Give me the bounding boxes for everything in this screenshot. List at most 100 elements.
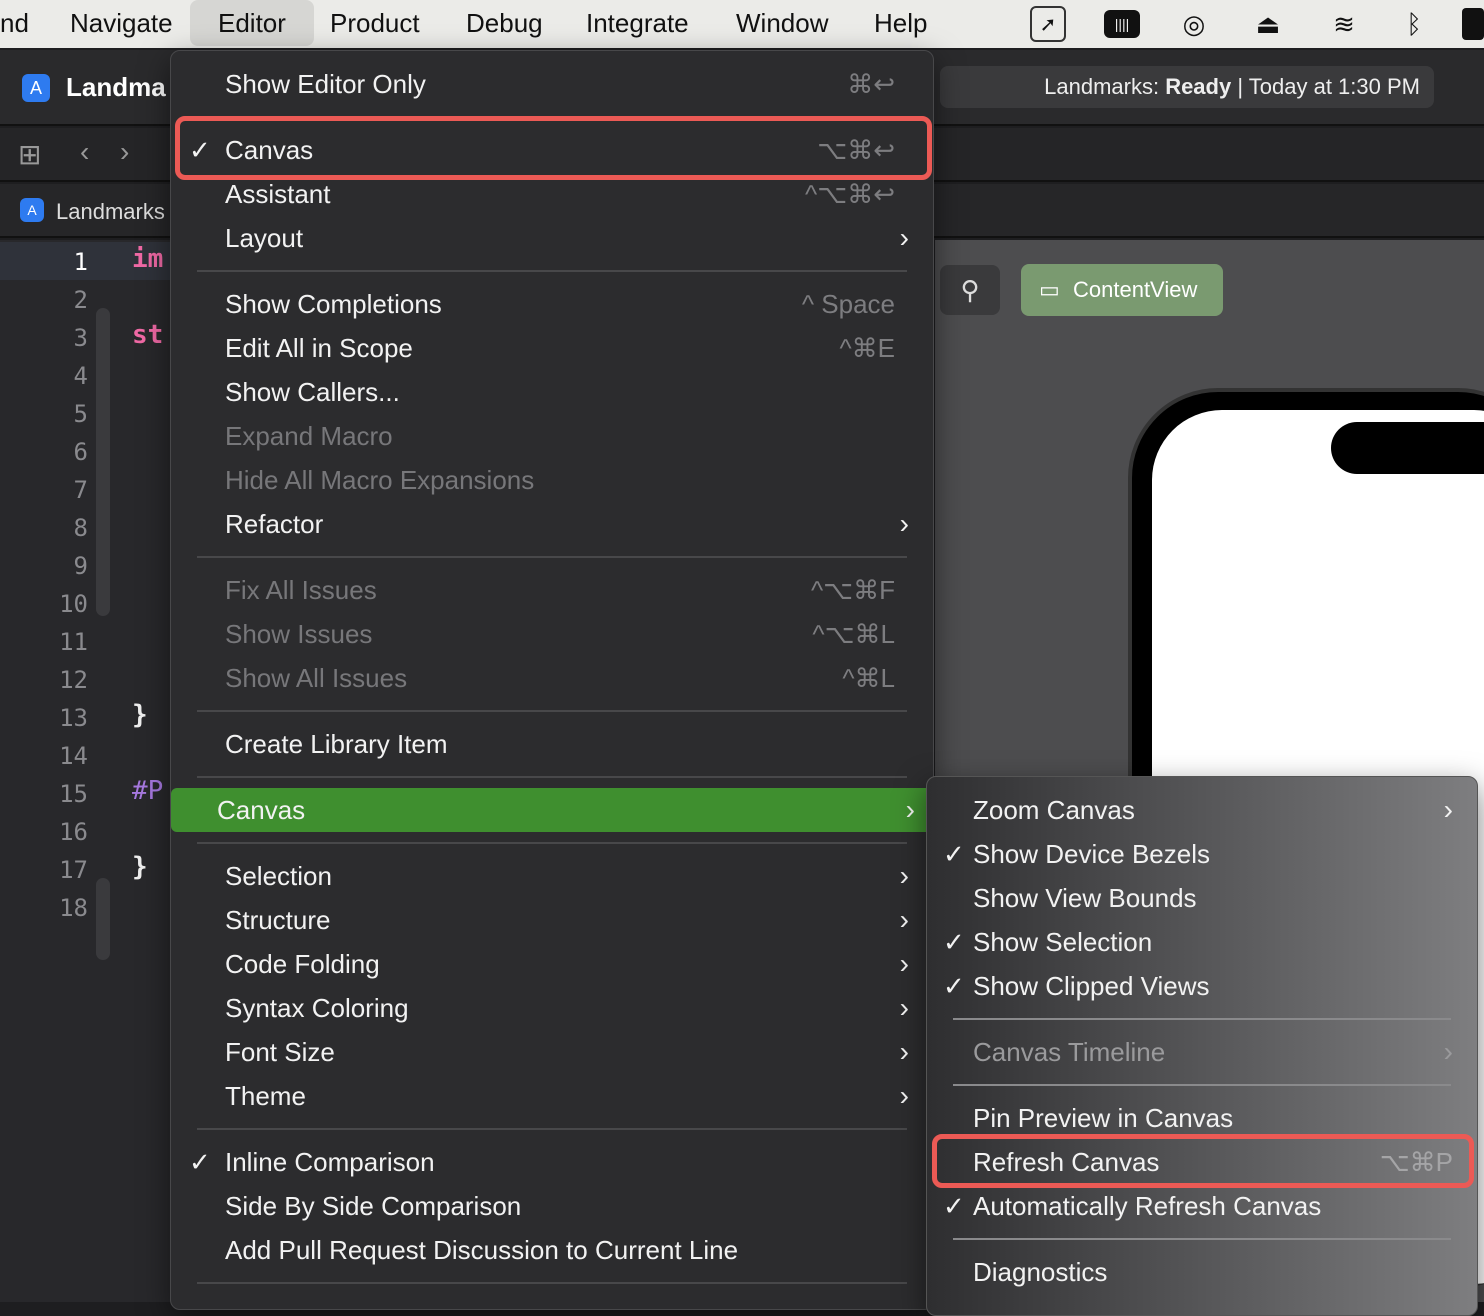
fold-ribbon[interactable] xyxy=(96,308,110,616)
label: Font Size xyxy=(225,1037,335,1067)
submenu-item-zoom-canvas[interactable]: Zoom Canvas › xyxy=(935,788,1469,832)
chevron-right-icon: › xyxy=(899,904,909,935)
pin-icon[interactable]: ⚲ xyxy=(940,265,1000,315)
back-icon[interactable]: ‹ xyxy=(80,136,89,168)
label: Edit All in Scope xyxy=(225,333,413,363)
grid-icon[interactable]: ⊞ xyxy=(18,138,41,171)
menu-find[interactable]: nd xyxy=(0,0,43,46)
line-number: 7 xyxy=(73,476,88,504)
menu-item-show-callers[interactable]: Show Callers... xyxy=(179,370,925,414)
line-number: 15 xyxy=(59,780,88,808)
label: Theme xyxy=(225,1081,306,1111)
checkmark-icon: ✓ xyxy=(943,1191,965,1221)
menu-item-show-completions[interactable]: Show Completions ^ Space xyxy=(179,282,925,326)
code-line-1: im xyxy=(132,244,164,274)
chevron-right-icon: › xyxy=(1443,1036,1453,1067)
control-center-icon[interactable] xyxy=(1462,8,1484,40)
shortcut: ^⌘L xyxy=(842,663,895,693)
label: Structure xyxy=(225,905,331,935)
label: Show Selection xyxy=(973,927,1153,957)
label: Code Folding xyxy=(225,949,380,979)
forward-icon[interactable]: › xyxy=(120,136,129,168)
menu-item-code-folding[interactable]: Code Folding › xyxy=(179,942,925,986)
code-line-17: } xyxy=(132,852,148,882)
bluetooth-icon[interactable]: ᛒ xyxy=(1396,8,1432,40)
line-number: 2 xyxy=(73,286,88,314)
fold-ribbon[interactable] xyxy=(96,878,110,960)
label: Syntax Coloring xyxy=(225,993,409,1023)
label: Canvas Timeline xyxy=(973,1037,1166,1067)
menu-help[interactable]: Help xyxy=(860,0,941,46)
shortcut: ^⌘E xyxy=(839,333,895,363)
menu-debug[interactable]: Debug xyxy=(452,0,557,46)
eject-icon[interactable]: ⏏ xyxy=(1250,8,1286,40)
code-editor[interactable]: 1 2 3 4 5 6 7 8 9 10 11 12 13 14 15 16 17 18 im st } #P } xyxy=(0,240,170,1302)
menu-item-structure[interactable]: Structure › xyxy=(179,898,925,942)
submenu-item-show-device-bezels[interactable]: ✓ Show Device Bezels xyxy=(935,832,1469,876)
status-time: | Today at 1:30 PM xyxy=(1231,74,1420,99)
annotation-highlight-canvas xyxy=(175,116,932,180)
menu-item-font-size[interactable]: Font Size › xyxy=(179,1030,925,1074)
line-number: 18 xyxy=(59,894,88,922)
submenu-item-diagnostics[interactable]: Diagnostics xyxy=(935,1250,1469,1294)
label: Refactor xyxy=(225,509,324,539)
line-number: 12 xyxy=(59,666,88,694)
separator xyxy=(171,260,933,282)
submenu-item-auto-refresh[interactable]: ✓ Automatically Refresh Canvas xyxy=(935,1184,1469,1228)
line-number: 10 xyxy=(59,590,88,618)
code-line-3: st xyxy=(132,320,164,350)
menu-item-selection[interactable]: Selection › xyxy=(179,854,925,898)
contentview-preview-button[interactable]: ▭ ContentView xyxy=(1021,264,1223,316)
label: Show Issues xyxy=(225,619,373,649)
menu-item-create-library-item[interactable]: Create Library Item xyxy=(179,722,925,766)
label: Fix All Issues xyxy=(225,575,377,605)
menu-item-syntax-coloring[interactable]: Syntax Coloring › xyxy=(179,986,925,1030)
tab-landmarks[interactable]: Landmarks xyxy=(56,199,165,225)
code-line-13: } xyxy=(132,700,148,730)
menu-item-theme[interactable]: Theme › xyxy=(179,1074,925,1118)
chevron-right-icon: › xyxy=(899,992,909,1023)
menu-bar: nd Navigate Editor Product Debug Integra… xyxy=(0,0,1484,48)
checkmark-icon: ✓ xyxy=(943,839,965,869)
menu-item-canvas-submenu[interactable]: Canvas › xyxy=(171,788,933,832)
chevron-right-icon: › xyxy=(1443,794,1453,825)
battery-keyboard-icon[interactable]: |||| xyxy=(1104,10,1140,38)
menu-item-add-pr-discussion[interactable]: Add Pull Request Discussion to Current L… xyxy=(179,1228,925,1272)
menu-item-layout[interactable]: Layout › xyxy=(179,216,925,260)
label: Show View Bounds xyxy=(973,883,1197,913)
submenu-item-show-clipped-views[interactable]: ✓ Show Clipped Views xyxy=(935,964,1469,1008)
separator xyxy=(171,766,933,788)
separator xyxy=(927,1008,1477,1030)
menu-editor[interactable]: Editor xyxy=(190,0,314,46)
preview-icon: ▭ xyxy=(1039,277,1060,302)
menu-item-refactor[interactable]: Refactor › xyxy=(179,502,925,546)
submenu-item-show-view-bounds[interactable]: Show View Bounds xyxy=(935,876,1469,920)
line-number: 6 xyxy=(73,438,88,466)
menu-item-inline-comparison[interactable]: ✓ Inline Comparison xyxy=(179,1140,925,1184)
menu-product[interactable]: Product xyxy=(316,0,434,46)
label: Side By Side Comparison xyxy=(225,1191,522,1221)
menu-window[interactable]: Window xyxy=(722,0,842,46)
menu-item-edit-all-in-scope[interactable]: Edit All in Scope ^⌘E xyxy=(179,326,925,370)
menu-item-show-all-issues: Show All Issues ^⌘L xyxy=(179,656,925,700)
menu-navigate[interactable]: Navigate xyxy=(56,0,187,46)
submenu-item-show-selection[interactable]: ✓ Show Selection xyxy=(935,920,1469,964)
shortcut: ^ Space xyxy=(801,289,895,319)
chevron-right-icon: › xyxy=(905,794,915,825)
line-number: 11 xyxy=(59,628,88,656)
menu-item-show-editor-only[interactable]: Show Editor Only ⌘↩ xyxy=(179,62,925,106)
label: Create Library Item xyxy=(225,729,448,759)
line-number: 4 xyxy=(73,362,88,390)
label: Show Clipped Views xyxy=(973,971,1210,1001)
line-number: 1 xyxy=(73,248,88,276)
annotation-highlight-refresh xyxy=(932,1134,1474,1188)
line-number: 3 xyxy=(73,324,88,352)
menu-integrate[interactable]: Integrate xyxy=(572,0,703,46)
airdrop-icon[interactable]: ◎ xyxy=(1176,8,1212,40)
menu-item-side-by-side[interactable]: Side By Side Comparison xyxy=(179,1184,925,1228)
wifi-icon[interactable]: ≋ xyxy=(1326,8,1362,40)
editor-menu: Show Editor Only ⌘↩ ✓ Canvas ⌥⌘↩ Assistant ^… xyxy=(170,50,934,1310)
canvas-submenu: Zoom Canvas › ✓ Show Device Bezels Show Vi… xyxy=(926,776,1478,1316)
menu-item-expand-macro: Expand Macro xyxy=(179,414,925,458)
pointer-icon[interactable]: ➚ xyxy=(1030,6,1066,42)
